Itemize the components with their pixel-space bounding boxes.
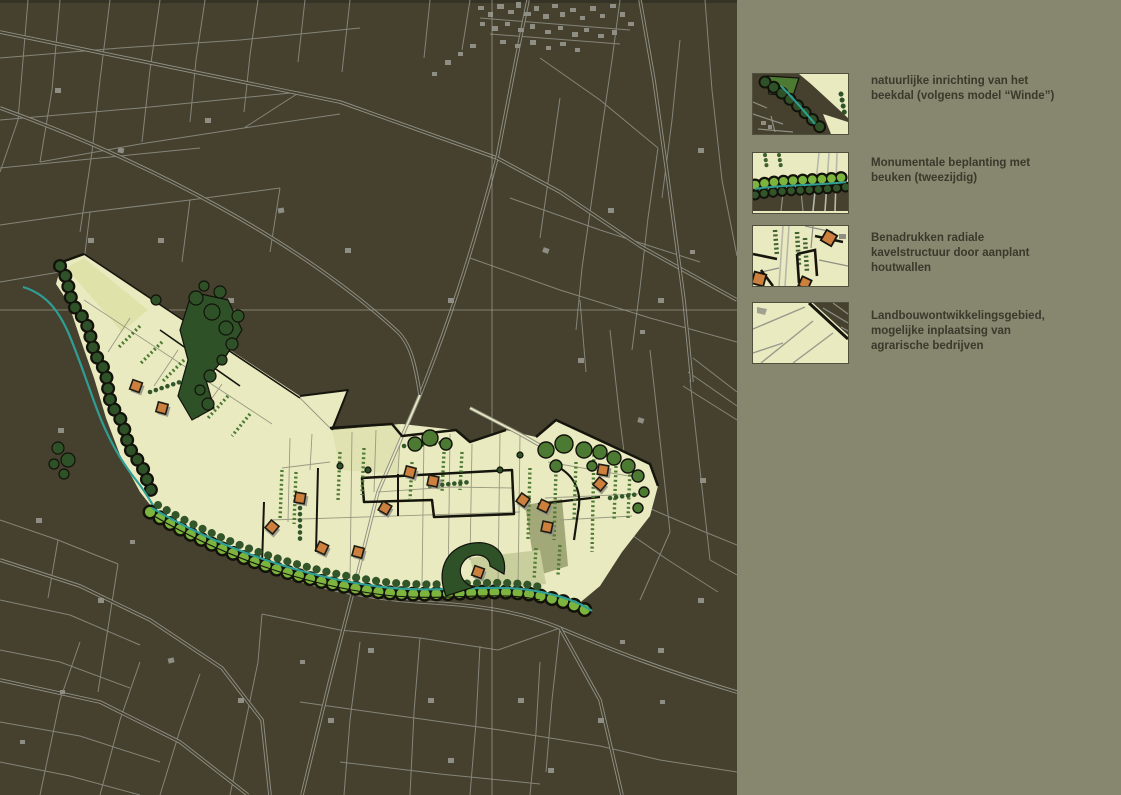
legend-label-agriculture-development: Landbouwontwikkelingsgebied, mogelijke i… (871, 309, 1061, 354)
beekdal-thumbnail (752, 73, 849, 135)
radial-parcel-structure-thumbnail (752, 225, 849, 287)
legend-label-radial-parcel-structure: Benadrukken radiale kavelstructuur door … (871, 231, 1061, 276)
legend-sidebar: natuurlijke inrichting van het beekdal (… (737, 0, 1121, 795)
legend-label-monumental-planting: Monumentale beplanting met beuken (tweez… (871, 156, 1061, 186)
monumental-planting-thumbnail (752, 152, 849, 214)
landscape-plan-map (0, 0, 737, 795)
plan-document: natuurlijke inrichting van het beekdal (… (0, 0, 1121, 795)
legend-label-beekdal: natuurlijke inrichting van het beekdal (… (871, 74, 1061, 104)
agriculture-development-thumbnail (752, 302, 849, 364)
